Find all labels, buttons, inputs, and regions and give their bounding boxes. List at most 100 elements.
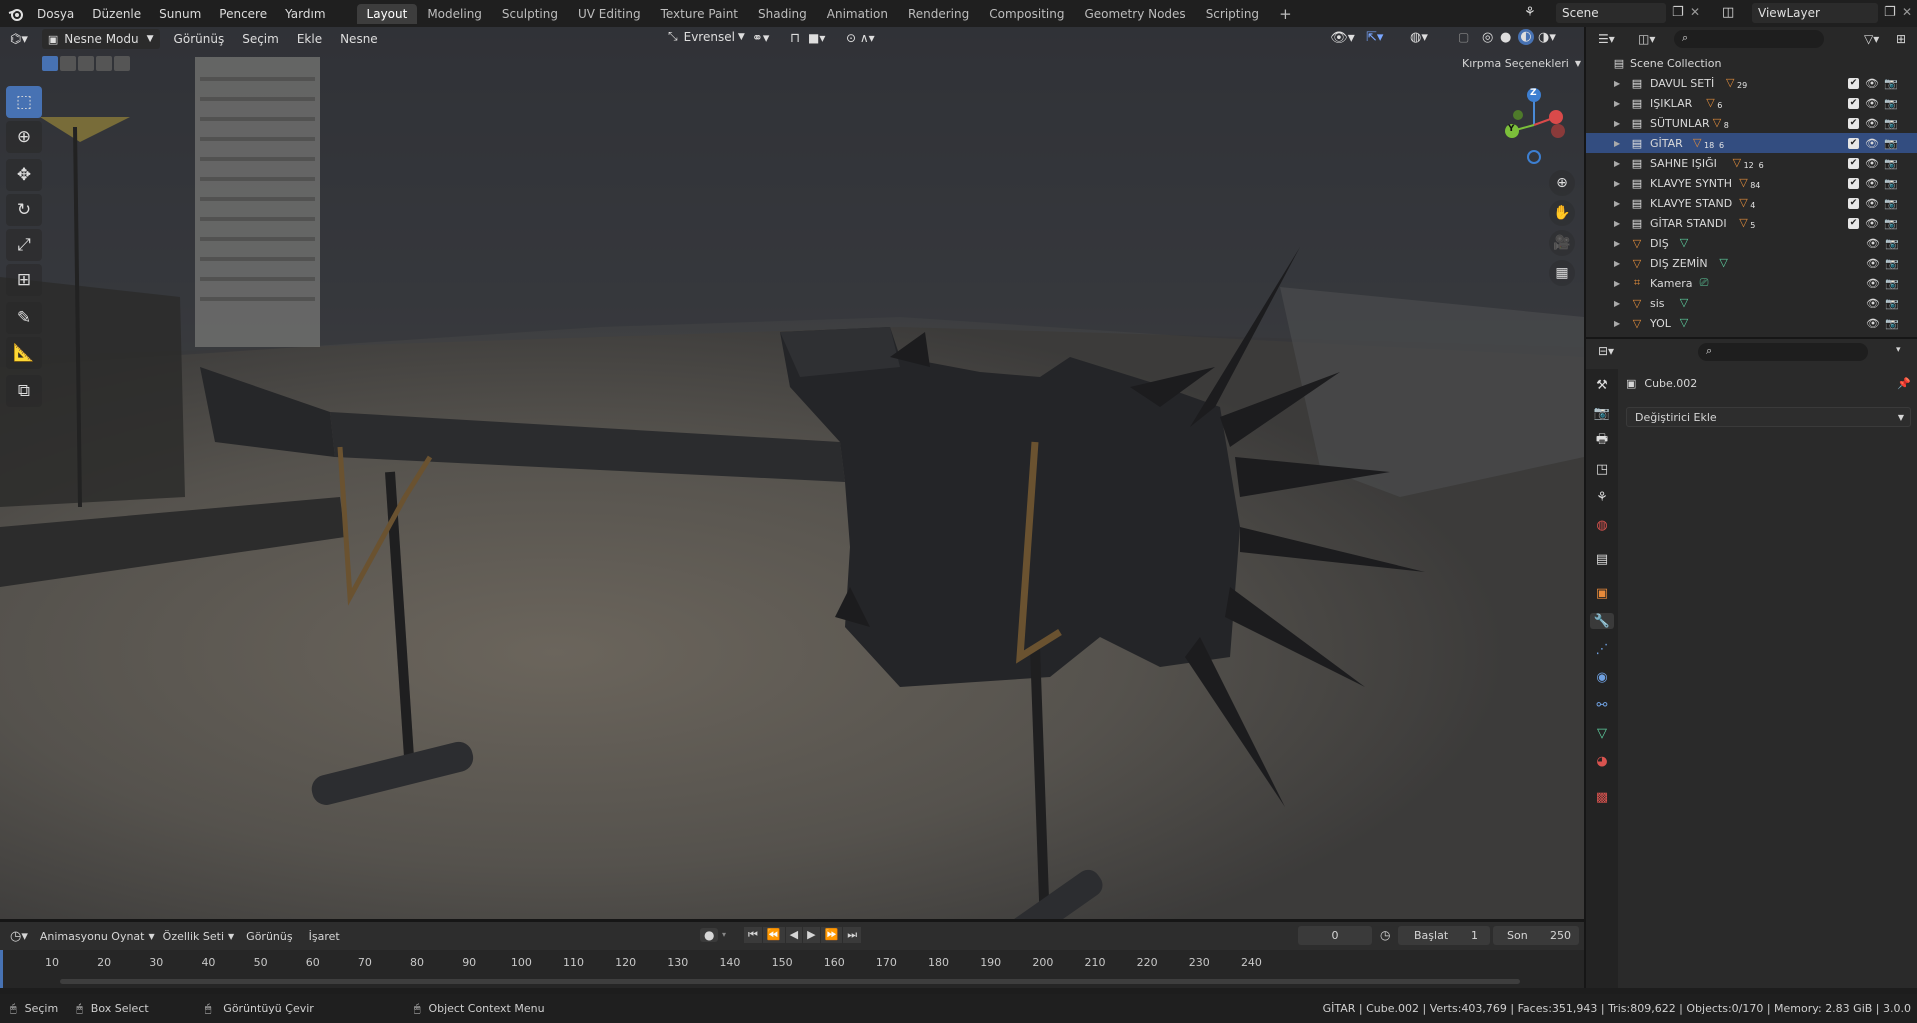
select-box-tool-icon[interactable]: ⬚ xyxy=(6,86,42,118)
expand-arrow-icon[interactable]: ▶ xyxy=(1614,199,1620,208)
record-button[interactable]: ● xyxy=(700,928,719,942)
tab-modeling[interactable]: Modeling xyxy=(417,4,492,24)
outliner-row[interactable]: ▶ ▤ GİTAR ▽ 18 6 ✔ 👁 📷 xyxy=(1586,133,1917,153)
menu-render[interactable]: Sunum xyxy=(150,7,210,21)
viewlayer-field[interactable]: ViewLayer xyxy=(1752,3,1878,23)
tab-texture-paint[interactable]: Texture Paint xyxy=(651,4,748,24)
outliner-row[interactable]: ▶ ▽ DIŞ ▽ 👁 📷 xyxy=(1586,233,1917,253)
pan-hand-icon[interactable]: ✋ xyxy=(1549,200,1575,226)
tab-sculpting[interactable]: Sculpting xyxy=(492,4,568,24)
expand-arrow-icon[interactable]: ▶ xyxy=(1614,319,1620,328)
select-subtract-icon[interactable] xyxy=(78,56,94,71)
editor-type-icon[interactable]: ◷▾ xyxy=(10,929,28,944)
xray-icon[interactable]: ▢ xyxy=(1458,30,1469,44)
mesh-data-icon[interactable]: ▽ xyxy=(1719,256,1727,269)
new-viewlayer-icon[interactable]: ❐ xyxy=(1884,5,1896,20)
blender-logo-icon[interactable] xyxy=(4,0,28,27)
select-new-icon[interactable] xyxy=(42,56,58,71)
menu-edit[interactable]: Düzenle xyxy=(83,7,150,21)
eye-icon[interactable]: 👁 xyxy=(1865,77,1879,90)
texture-tab-icon[interactable]: ▩ xyxy=(1594,789,1610,805)
zoom-icon[interactable]: ⊕ xyxy=(1549,170,1575,196)
navigation-gizmo[interactable]: Z Y xyxy=(1498,85,1570,165)
tab-shading[interactable]: Shading xyxy=(748,4,817,24)
tab-animation[interactable]: Animation xyxy=(817,4,898,24)
menu-select[interactable]: Seçim xyxy=(242,32,279,46)
snap-icon[interactable]: ⊓ xyxy=(790,31,800,46)
child-mesh-icon[interactable]: ▽ xyxy=(1739,196,1747,209)
editor-type-icon[interactable]: ⊟▾ xyxy=(1598,344,1614,358)
playhead[interactable] xyxy=(0,950,3,988)
menu-keying[interactable]: Özellik Seti xyxy=(163,930,224,943)
eye-icon[interactable]: 👁 xyxy=(1866,297,1880,310)
exclude-checkbox[interactable]: ✔ xyxy=(1848,197,1859,209)
scene-collection-row[interactable]: ▤ Scene Collection xyxy=(1586,53,1917,73)
expand-arrow-icon[interactable]: ▶ xyxy=(1614,279,1620,288)
solid-shading-icon[interactable]: ● xyxy=(1500,30,1511,45)
physics-tab-icon[interactable]: ◉ xyxy=(1594,669,1610,685)
select-extend-icon[interactable] xyxy=(60,56,76,71)
properties-search-input[interactable]: ⌕ xyxy=(1698,343,1868,361)
modifier-tab-icon[interactable]: 🔧 xyxy=(1590,613,1614,629)
material-tab-icon[interactable]: ◕ xyxy=(1594,753,1610,769)
eye-icon[interactable]: 👁 xyxy=(1866,257,1880,270)
eye-icon[interactable]: 👁 xyxy=(1865,157,1879,170)
outliner-row[interactable]: ▶ ▤ DAVUL SETİ ▽ 29 ✔ 👁 📷 xyxy=(1586,73,1917,93)
outliner-row[interactable]: ▶ ▽ DIŞ ZEMİN ▽ 👁 📷 xyxy=(1586,253,1917,273)
menu-view[interactable]: Görünüş xyxy=(174,32,225,46)
render-camera-icon[interactable]: 📷 xyxy=(1885,277,1899,290)
outliner-row[interactable]: ▶ ▤ IŞIKLAR ▽ 6 ✔ 👁 📷 xyxy=(1586,93,1917,113)
jump-start-icon[interactable]: ⏮ xyxy=(744,927,762,943)
select-invert-icon[interactable] xyxy=(96,56,112,71)
render-camera-icon[interactable]: 📷 xyxy=(1885,297,1899,310)
camera-data-icon[interactable]: ⎚ xyxy=(1700,276,1709,290)
output-tab-icon[interactable]: 🖶 xyxy=(1594,432,1610,449)
tab-scripting[interactable]: Scripting xyxy=(1196,4,1269,24)
delete-scene-icon[interactable]: ✕ xyxy=(1690,5,1700,19)
rotate-tool-icon[interactable]: ↻ xyxy=(6,194,42,226)
data-tab-icon[interactable]: ▽ xyxy=(1594,725,1610,741)
render-camera-icon[interactable]: 📷 xyxy=(1884,77,1898,90)
pin-icon[interactable]: 📌 xyxy=(1897,377,1911,390)
child-mesh-icon[interactable]: ▽ xyxy=(1739,216,1747,229)
add-workspace-button[interactable]: + xyxy=(1269,2,1302,26)
tab-layout[interactable]: Layout xyxy=(356,3,418,24)
overlay-icon[interactable]: ◍▾ xyxy=(1410,30,1428,45)
mesh-data-icon[interactable]: ▽ xyxy=(1680,316,1688,329)
eye-icon[interactable]: 👁 xyxy=(1865,137,1879,150)
prev-keyframe-icon[interactable]: ⏪ xyxy=(762,927,785,943)
expand-arrow-icon[interactable]: ▶ xyxy=(1614,99,1620,108)
outliner-search-input[interactable]: ⌕ xyxy=(1674,30,1824,48)
expand-arrow-icon[interactable]: ▶ xyxy=(1614,139,1620,148)
measure-tool-icon[interactable]: 📐 xyxy=(6,337,42,369)
outliner-row[interactable]: ▶ ▤ GİTAR STANDI ▽ 5 ✔ 👁 📷 xyxy=(1586,213,1917,233)
new-scene-icon[interactable]: ❐ xyxy=(1672,5,1684,20)
scene-tab-icon[interactable]: ⚘ xyxy=(1594,489,1610,505)
perspective-toggle-icon[interactable]: ▦ xyxy=(1549,260,1575,286)
outliner-row[interactable]: ▶ ⌗ Kamera ⎚ 👁 📷 xyxy=(1586,273,1917,293)
outliner-row[interactable]: ▶ ▤ KLAVYE SYNTH ▽ 84 ✔ 👁 📷 xyxy=(1586,173,1917,193)
outliner-row[interactable]: ▶ ▤ KLAVYE STAND ▽ 4 ✔ 👁 📷 xyxy=(1586,193,1917,213)
menu-object[interactable]: Nesne xyxy=(340,32,378,46)
snap-target-icon[interactable]: ■▾ xyxy=(808,31,825,45)
render-camera-icon[interactable]: 📷 xyxy=(1884,197,1898,210)
constraints-tab-icon[interactable]: ⚯ xyxy=(1594,697,1610,713)
expand-arrow-icon[interactable]: ▶ xyxy=(1614,259,1620,268)
mesh-data-icon[interactable]: ▽ xyxy=(1680,296,1688,309)
exclude-checkbox[interactable]: ✔ xyxy=(1848,157,1859,169)
particles-tab-icon[interactable]: ⋰ xyxy=(1594,641,1610,657)
menu-view[interactable]: Görünüş xyxy=(246,930,292,943)
expand-arrow-icon[interactable]: ▶ xyxy=(1614,219,1620,228)
render-camera-icon[interactable]: 📷 xyxy=(1885,317,1899,330)
eye-icon[interactable]: 👁 xyxy=(1865,217,1879,230)
collection-tab-icon[interactable]: ▤ xyxy=(1594,551,1610,567)
clipping-options[interactable]: Kırpma Seçenekleri ▼ xyxy=(1462,57,1581,70)
timeline-ruler[interactable]: 10 20 30 40 50 60 70 80 90 100 110 120 130 140 150 160 1… xyxy=(0,950,1584,988)
move-tool-icon[interactable]: ✥ xyxy=(6,159,42,191)
display-mode-icon[interactable]: ◫▾ xyxy=(1638,32,1655,46)
editor-type-icon[interactable]: ☰▾ xyxy=(1598,32,1615,46)
tab-uv-editing[interactable]: UV Editing xyxy=(568,4,651,24)
child-mesh-icon[interactable]: ▽ xyxy=(1713,116,1721,129)
current-frame-field[interactable]: 0 xyxy=(1298,926,1372,945)
pivot-icon[interactable]: ⚭▾ xyxy=(752,31,769,46)
